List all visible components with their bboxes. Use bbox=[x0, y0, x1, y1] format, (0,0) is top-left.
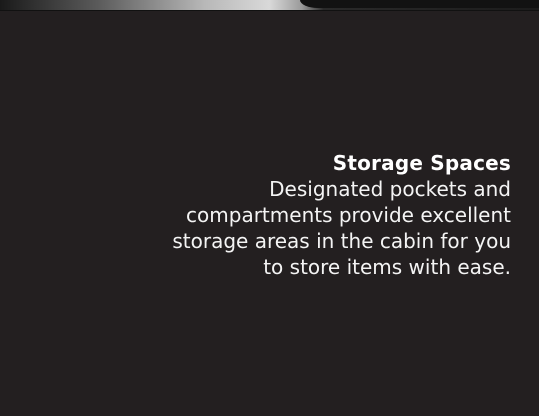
feature-description: Designated pockets and compartments prov… bbox=[151, 176, 511, 280]
feature-description-line: to store items with ease. bbox=[263, 255, 511, 279]
feature-description-line: Designated pockets and bbox=[269, 177, 511, 201]
feature-description-line: storage areas in the cabin for you bbox=[172, 229, 511, 253]
top-image-shadow bbox=[300, 0, 539, 8]
feature-description-line: compartments provide excellent bbox=[186, 203, 511, 227]
feature-text-block: Storage Spaces Designated pockets and co… bbox=[151, 150, 511, 280]
top-image-strip bbox=[0, 0, 539, 11]
feature-panel: Storage Spaces Designated pockets and co… bbox=[0, 0, 539, 416]
feature-title: Storage Spaces bbox=[332, 151, 511, 175]
